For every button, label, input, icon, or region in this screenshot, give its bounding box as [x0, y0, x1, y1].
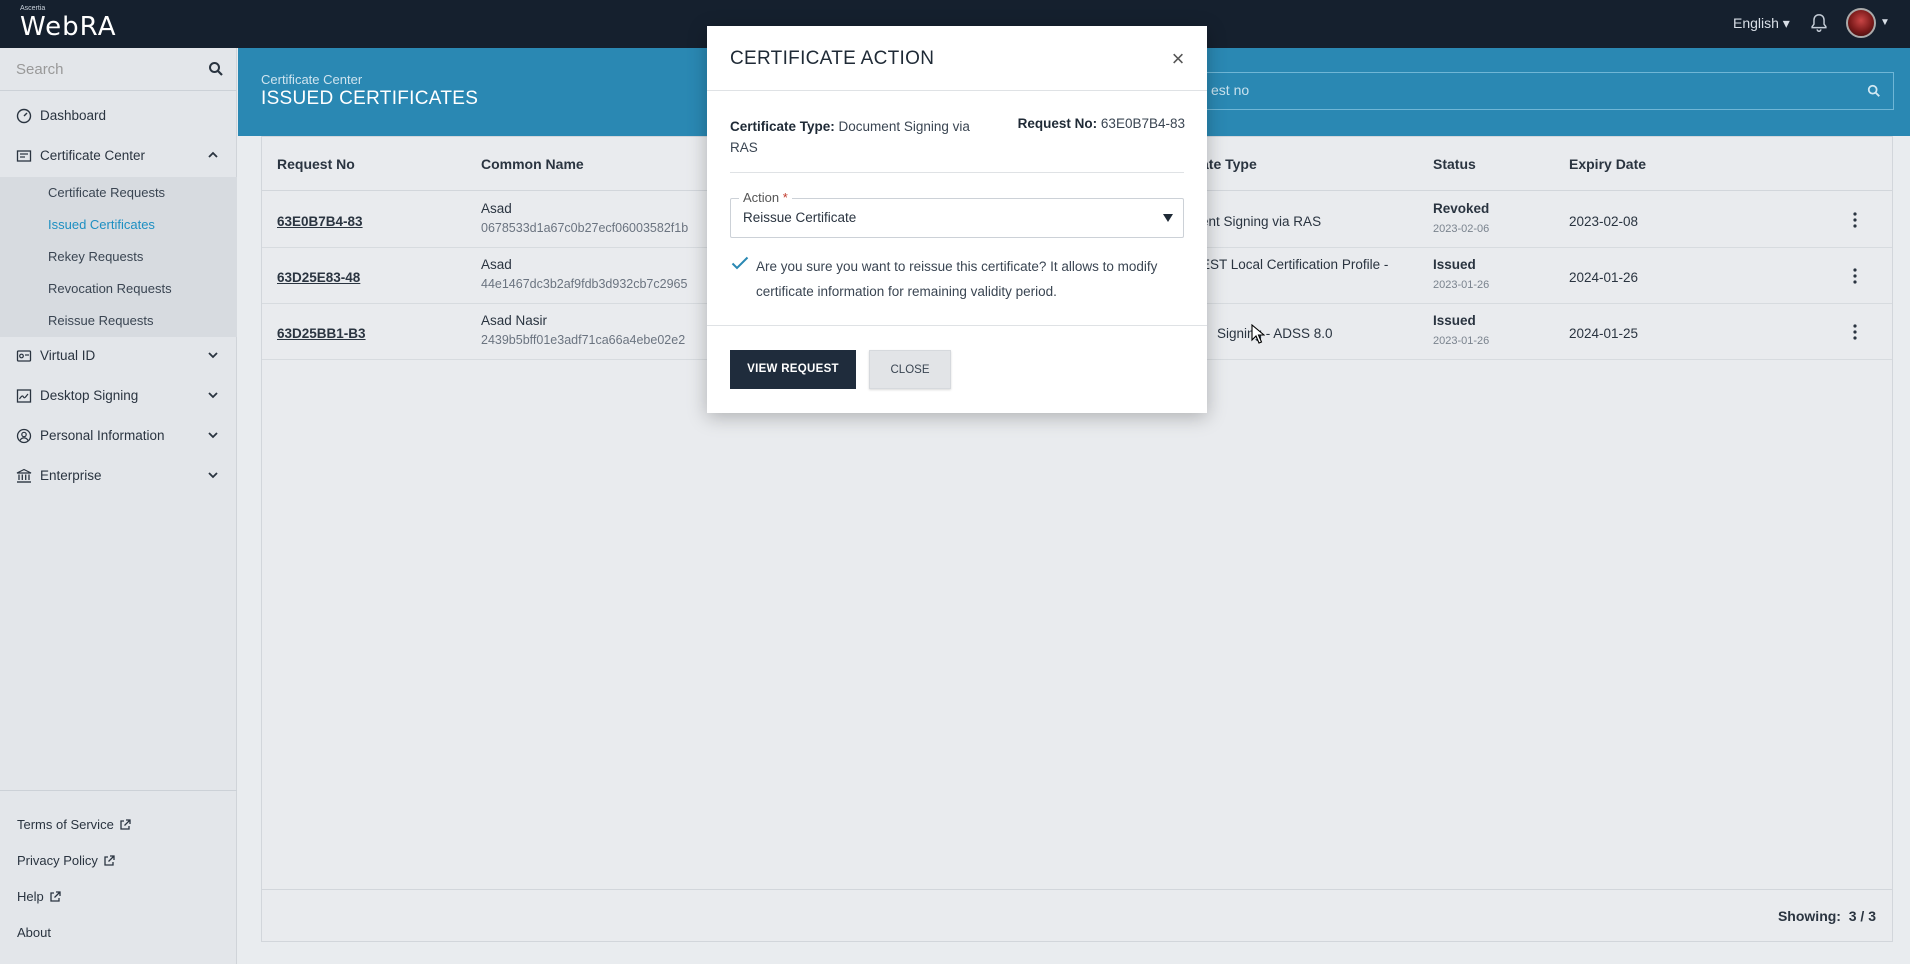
dialog-divider [707, 90, 1207, 91]
certificate-type-label: Certificate Type: [730, 119, 835, 134]
request-no-info: Request No: 63E0B7B4-83 [1017, 116, 1185, 131]
dialog-title: CERTIFICATE ACTION [730, 48, 935, 69]
action-label: Action * [739, 190, 792, 205]
dialog-footer-divider [707, 325, 1207, 326]
action-label-text: Action [743, 190, 780, 205]
close-icon[interactable]: × [1169, 48, 1187, 70]
request-no-label: Request No: [1017, 116, 1098, 131]
confirm-message: Are you sure you want to reissue this ce… [756, 259, 1158, 299]
action-selected-value: Reissue Certificate [743, 210, 857, 225]
caret-down-icon [1163, 214, 1173, 222]
request-no-value: 63E0B7B4-83 [1100, 116, 1185, 131]
view-request-button[interactable]: VIEW REQUEST [730, 350, 856, 389]
action-select[interactable]: Action * Reissue Certificate [730, 190, 1184, 238]
close-button[interactable]: CLOSE [869, 350, 951, 389]
check-icon[interactable] [731, 256, 749, 270]
mouse-cursor-icon [1251, 324, 1265, 344]
certificate-action-dialog: CERTIFICATE ACTION × Certificate Type: D… [707, 26, 1207, 413]
certificate-type-info: Certificate Type: Document Signing via R… [730, 116, 970, 158]
dialog-inner-divider [730, 172, 1184, 173]
required-marker: * [782, 190, 788, 205]
